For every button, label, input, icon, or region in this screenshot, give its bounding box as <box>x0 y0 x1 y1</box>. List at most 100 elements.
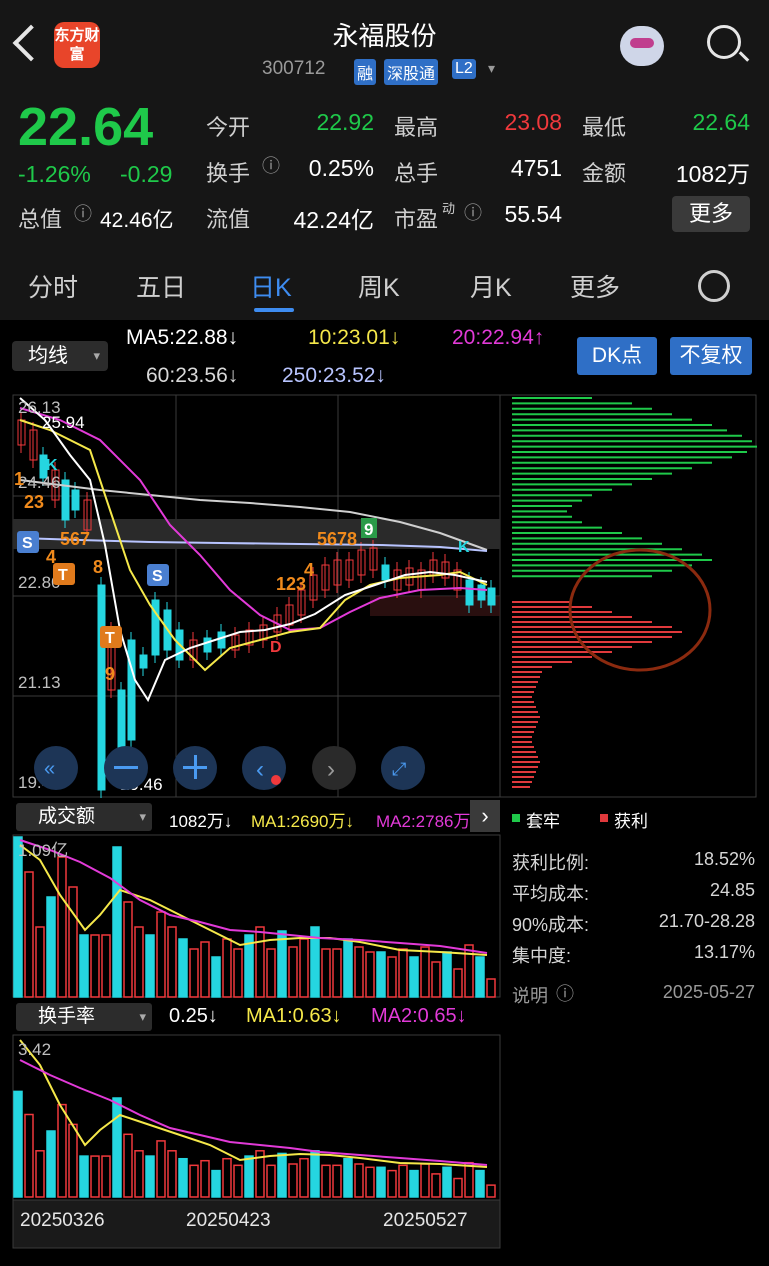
chip-date: 2025-05-27 <box>662 982 755 1002</box>
volume-bars <box>13 836 496 998</box>
turnover-bar <box>112 1097 122 1198</box>
turnover-bar <box>464 1161 474 1198</box>
search-icon[interactable] <box>707 25 741 59</box>
signal-badges: S T S T K K D <box>17 457 470 656</box>
indicator-select[interactable]: 均线 ▾ <box>12 341 108 371</box>
volume-max-label: 1.09亿 <box>18 841 68 860</box>
turnover-bar <box>387 1169 397 1198</box>
turnover-bar <box>398 1164 408 1198</box>
turnover-bar <box>277 1152 287 1198</box>
turnover-bar <box>24 1113 34 1198</box>
float-label: 流值 <box>206 207 251 232</box>
volume-bar <box>35 926 45 998</box>
d-badge: D <box>270 639 282 656</box>
volume-ma1: MA1:2690万↓ <box>251 812 354 831</box>
tab-monthly-k[interactable]: 月K <box>470 268 512 304</box>
chevron-right-icon[interactable]: › <box>470 800 500 832</box>
tab-daily-k[interactable]: 日K <box>250 268 292 304</box>
volume-bar <box>79 934 89 998</box>
turnover-bar <box>178 1157 188 1198</box>
turnover-bar <box>354 1163 364 1198</box>
volume-bar <box>354 946 364 998</box>
volume-bar <box>123 901 133 998</box>
volume-ma2: MA2:2786万 <box>376 812 471 831</box>
turnover-bar <box>145 1155 155 1198</box>
info-icon[interactable]: ⓘ <box>262 152 280 178</box>
more-button[interactable]: 更多 <box>672 196 750 232</box>
avg-cost-label: 平均成本: <box>512 884 590 904</box>
dropdown-caret-icon[interactable]: ▾ <box>488 60 495 77</box>
low-label: 最低 <box>582 115 627 140</box>
tab-more[interactable]: 更多 <box>570 268 620 304</box>
turnover-bar <box>200 1159 210 1198</box>
volume-bar <box>189 948 199 998</box>
change-amount: -0.29 <box>120 161 173 187</box>
mktcap-label: 总值 <box>18 207 63 232</box>
turnover-bar <box>431 1173 441 1198</box>
ma20-value: 20:22.94↑ <box>452 326 545 349</box>
turnover-bar <box>134 1150 144 1198</box>
legend-trapped: 套牢 <box>526 812 560 831</box>
turnover-max-label: 3.42 <box>18 1040 51 1059</box>
volume-indicator-select[interactable]: 成交额 ▾ <box>16 803 152 831</box>
active-tab-indicator <box>254 308 294 312</box>
signal-label: 5678 <box>317 529 357 549</box>
tab-weekly-k[interactable]: 周K <box>358 268 400 304</box>
settings-gear-icon[interactable] <box>698 270 730 302</box>
date-axis: 20250326 20250423 20250527 <box>20 1210 468 1231</box>
legend-trapped-swatch <box>512 814 520 822</box>
volume-bar <box>442 951 452 998</box>
volume-bar <box>255 926 265 998</box>
volume-bar <box>233 948 243 998</box>
adjust-mode-button[interactable]: 不复权 <box>670 337 752 375</box>
turnover-indicator-select[interactable]: 换手率 ▾ <box>16 1003 152 1031</box>
turnover-value: 0.25% <box>308 155 374 181</box>
sell-badge: S <box>22 535 33 552</box>
turnover-bar <box>365 1166 375 1198</box>
turnover-bar <box>343 1157 353 1198</box>
volume-bar <box>112 846 122 998</box>
date-tick: 20250326 <box>20 1210 105 1231</box>
chevron-right-icon: › <box>327 756 335 783</box>
legend-profit-swatch <box>600 814 608 822</box>
volume-bar <box>376 951 386 998</box>
candle-body <box>487 587 496 606</box>
candle-body <box>139 654 148 669</box>
turnover-bar <box>288 1163 298 1198</box>
volume-bar <box>167 926 177 998</box>
tab-intraday[interactable]: 分时 <box>28 268 78 304</box>
cost90-value: 21.70-28.28 <box>658 911 755 931</box>
candle-body <box>217 631 226 649</box>
turnover-value: 0.25↓ <box>169 1005 218 1027</box>
open-value: 22.92 <box>316 109 374 135</box>
volume-bar <box>409 956 419 998</box>
volume-bar <box>46 896 56 998</box>
candle-body <box>203 637 212 653</box>
high-marker: 25.94 <box>42 413 85 432</box>
date-tick: 20250423 <box>186 1210 271 1231</box>
dk-point-button[interactable]: DK点 <box>577 337 657 375</box>
legend-profit: 获利 <box>614 812 648 831</box>
turnover-bar <box>167 1150 177 1198</box>
info-icon[interactable]: ⓘ <box>74 200 92 226</box>
note-label[interactable]: 说明 <box>512 982 548 1008</box>
info-icon[interactable]: ⓘ <box>556 980 574 1006</box>
volume-bar <box>431 961 441 998</box>
expand-icon: ⤢ <box>392 759 407 779</box>
concentration-value: 13.17% <box>693 942 755 962</box>
robot-visor-icon <box>630 38 654 48</box>
ma250-value: 250:23.52↓ <box>282 364 386 387</box>
pe-value: 55.54 <box>504 201 562 227</box>
turnover-label: 换手 <box>206 161 251 186</box>
turnover-bar <box>442 1166 452 1198</box>
last-price: 22.64 <box>18 97 154 157</box>
tab-five-day[interactable]: 五日 <box>136 268 186 304</box>
volume-bar <box>200 941 210 998</box>
turnover-bar <box>420 1163 430 1198</box>
chart-controls: « ‹ › ⤢ <box>34 746 425 790</box>
turnover-bar <box>79 1155 89 1198</box>
amount-label: 金额 <box>582 161 627 186</box>
volume-bar <box>453 968 463 998</box>
volume-bar <box>420 946 430 998</box>
turnover-bar <box>156 1140 166 1198</box>
